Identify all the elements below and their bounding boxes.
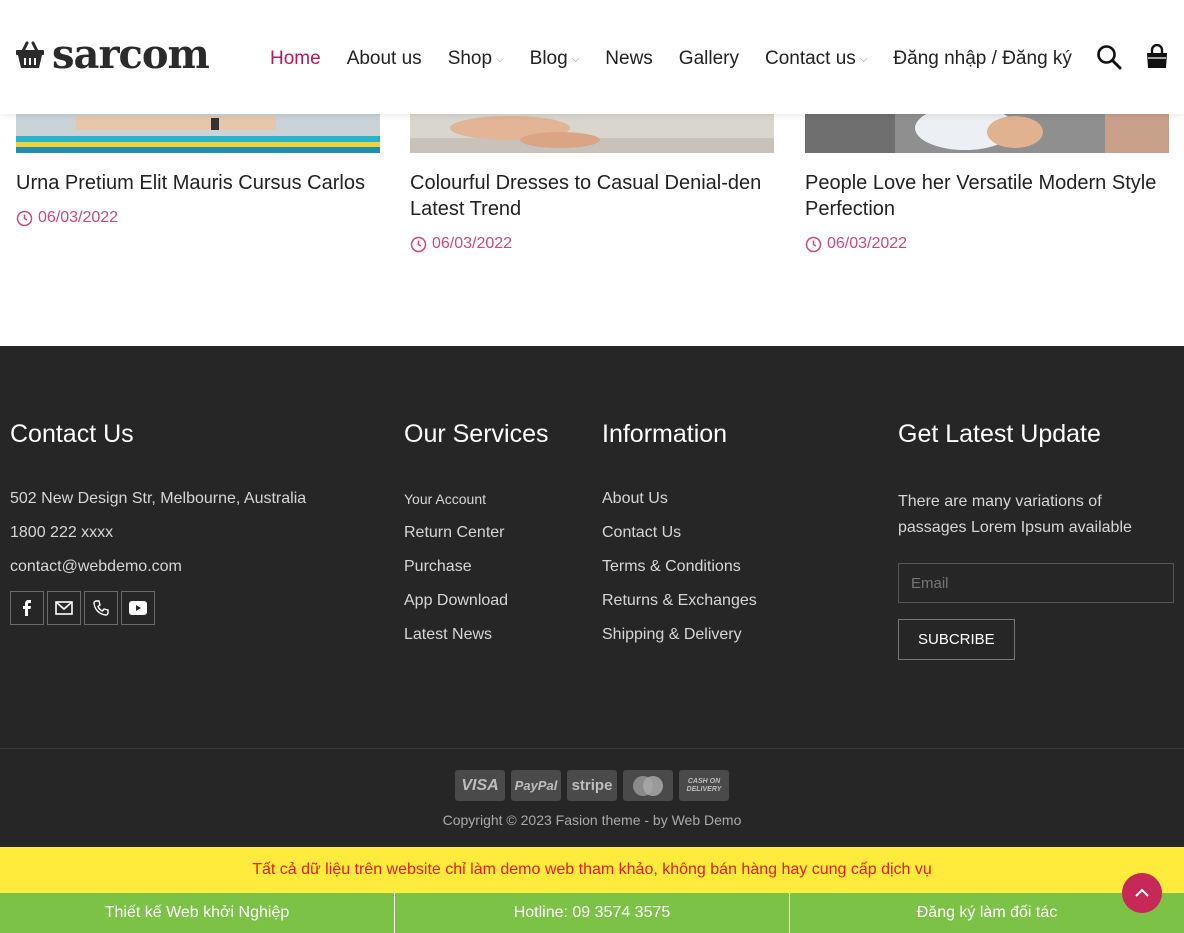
header-actions	[1096, 44, 1170, 70]
post-date-text: 06/03/2022	[432, 235, 513, 252]
post-image[interactable]	[16, 114, 380, 153]
clock-icon	[16, 210, 33, 226]
post-title[interactable]: People Love her Versatile Modern Style P…	[805, 170, 1169, 222]
copyright-text: Copyright © 2023 Fasion theme - by Web D…	[442, 812, 742, 828]
footer-link[interactable]: Purchase	[404, 557, 584, 577]
cash-on-delivery-icon: CASH ON DELIVERY	[679, 770, 729, 801]
basket-icon	[16, 41, 44, 68]
envelope-icon[interactable]	[47, 591, 81, 625]
chevron-down-icon: ⌵	[571, 53, 580, 65]
site-header: sarcom Home About us Shop ⌵ Blog ⌵ News Ga…	[0, 0, 1184, 114]
site-logo[interactable]: sarcom	[14, 31, 210, 78]
post-image[interactable]	[410, 114, 774, 153]
paypal-icon: PayPal	[511, 770, 561, 801]
footer-heading: Contact Us	[10, 420, 134, 448]
footer-heading: Information	[602, 420, 728, 448]
phone-icon[interactable]	[84, 591, 118, 625]
post-date: 06/03/2022	[805, 235, 1169, 253]
newsletter-text: There are many variations of passages Lo…	[898, 493, 1132, 536]
nav-login-register[interactable]: Đăng nhập / Đăng ký	[893, 48, 1072, 70]
contact-email[interactable]: contact@webdemo.com	[10, 557, 370, 577]
chevron-down-icon: ⌵	[496, 53, 504, 65]
youtube-icon[interactable]	[121, 591, 155, 625]
footer-services: Our Services Your Account Return Center …	[404, 420, 584, 659]
newsletter-email-input[interactable]	[898, 563, 1174, 603]
main-nav: Home About us Shop ⌵ Blog ⌵ News Gallery C…	[270, 46, 1098, 72]
nav-blog[interactable]: Blog ⌵	[530, 48, 580, 70]
cta-hotline[interactable]: Hotline: 09 3574 3575	[395, 893, 790, 933]
nav-label: Gallery	[678, 48, 739, 69]
nav-news[interactable]: News	[605, 48, 653, 70]
mastercard-icon	[623, 770, 673, 801]
stripe-icon: stripe	[567, 770, 617, 801]
nav-about-us[interactable]: About us	[347, 48, 422, 70]
clock-icon	[410, 236, 427, 252]
contact-address: 502 New Design Str, Melbourne, Australia	[10, 490, 307, 507]
demo-notice-banner: Tất cả dữ liệu trên website chỉ làm demo…	[0, 847, 1184, 893]
post-date: 06/03/2022	[16, 209, 380, 227]
footer-heading: Get Latest Update	[898, 420, 1101, 448]
cta-web-design[interactable]: Thiết kế Web khởi Nghiệp	[0, 893, 395, 933]
footer-newsletter: Get Latest Update There are many variati…	[898, 420, 1174, 660]
contact-phone[interactable]: 1800 222 xxxx	[10, 523, 370, 543]
blog-post-card[interactable]: People Love her Versatile Modern Style P…	[805, 114, 1169, 253]
payment-methods: VISA PayPal stripe CASH ON DELIVERY	[455, 770, 729, 801]
post-title[interactable]: Colourful Dresses to Casual Denial-den L…	[410, 170, 774, 222]
post-title[interactable]: Urna Pretium Elit Mauris Cursus Carlos	[16, 170, 380, 196]
nav-shop[interactable]: Shop ⌵	[448, 48, 504, 70]
footer-link[interactable]: Contact Us	[602, 523, 882, 543]
nav-contact-us[interactable]: Contact us ⌵	[765, 48, 867, 70]
back-to-top-button[interactable]	[1122, 873, 1162, 913]
shopping-bag-icon[interactable]	[1144, 44, 1170, 70]
blog-post-card[interactable]: Colourful Dresses to Casual Denial-den L…	[410, 114, 774, 253]
social-links	[10, 591, 370, 625]
nav-label: Đăng nhập / Đăng ký	[893, 48, 1072, 69]
post-image[interactable]	[805, 114, 1169, 153]
post-date-text: 06/03/2022	[827, 235, 908, 252]
nav-label: Contact us	[764, 48, 856, 69]
logo-text: sarcom	[52, 31, 210, 78]
footer-link[interactable]: Latest News	[404, 625, 584, 645]
footer-heading: Our Services	[404, 420, 549, 448]
chevron-up-icon	[1135, 888, 1149, 897]
nav-label: News	[605, 48, 653, 69]
blog-post-card[interactable]: Urna Pretium Elit Mauris Cursus Carlos 0…	[16, 114, 380, 227]
facebook-icon[interactable]	[10, 591, 44, 625]
site-footer: Contact Us 502 New Design Str, Melbourne…	[0, 346, 1184, 748]
footer-link[interactable]: Return Center	[404, 523, 584, 543]
clock-icon	[805, 236, 822, 252]
footer-link[interactable]: Shipping & Delivery	[602, 625, 882, 645]
footer-link[interactable]: Terms & Conditions	[602, 557, 882, 577]
footer-bottom: VISA PayPal stripe CASH ON DELIVERY Copy…	[0, 748, 1184, 847]
blog-posts: Urna Pretium Elit Mauris Cursus Carlos 0…	[0, 114, 1184, 346]
subscribe-button[interactable]: SUBCRIBE	[898, 619, 1015, 660]
post-date-text: 06/03/2022	[38, 209, 119, 226]
footer-link[interactable]: Returns & Exchanges	[602, 591, 882, 611]
nav-label: Blog	[529, 48, 568, 69]
search-icon[interactable]	[1096, 44, 1122, 70]
footer-information: Information About Us Contact Us Terms & …	[602, 420, 882, 659]
post-date: 06/03/2022	[410, 235, 774, 253]
footer-link[interactable]: About Us	[602, 489, 882, 509]
nav-label: About us	[346, 48, 422, 69]
chevron-down-icon: ⌵	[859, 53, 868, 65]
visa-icon: VISA	[455, 770, 505, 801]
cta-bar: Thiết kế Web khởi Nghiệp Hotline: 09 357…	[0, 893, 1184, 933]
nav-label: Home	[270, 48, 321, 69]
nav-gallery[interactable]: Gallery	[679, 48, 739, 70]
nav-home[interactable]: Home	[270, 48, 321, 70]
nav-label: Shop	[447, 48, 493, 69]
footer-link[interactable]: Your Account	[404, 489, 584, 509]
footer-link[interactable]: App Download	[404, 591, 584, 611]
footer-contact: Contact Us 502 New Design Str, Melbourne…	[10, 420, 370, 625]
